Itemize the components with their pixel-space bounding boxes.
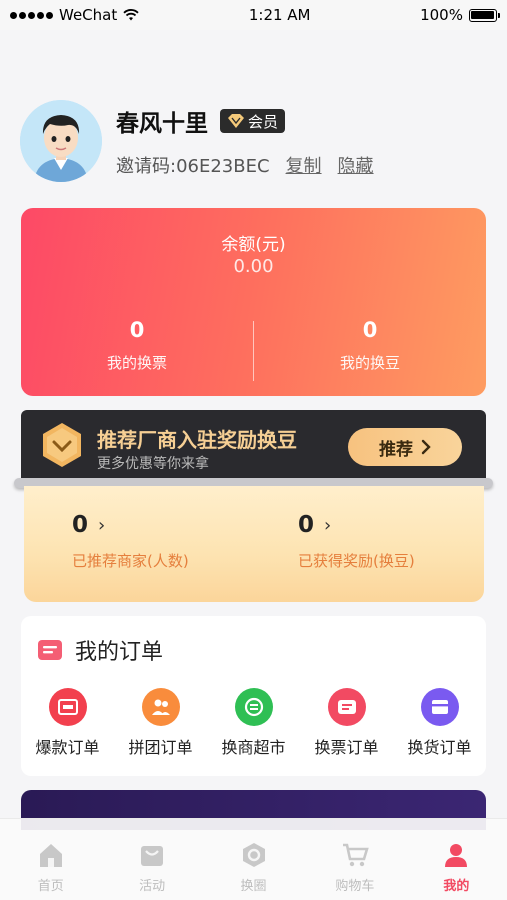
tab-label: 首页 <box>37 879 64 894</box>
order-item-goods[interactable]: 换货订单 <box>393 688 486 758</box>
ticket-order-icon <box>327 688 366 726</box>
promo-subtitle: 更多优惠等你来拿 <box>97 456 209 472</box>
tab-label: 购物车 <box>335 879 375 894</box>
name-row: 春风十里 会员 <box>116 104 374 138</box>
order-item-group[interactable]: 拼团订单 <box>114 688 207 758</box>
member-badge-label: 会员 <box>248 112 279 131</box>
tab-label: 换圈 <box>240 879 267 894</box>
balance-value: 0.00 <box>233 256 274 277</box>
tab-home[interactable]: 首页 <box>0 819 101 900</box>
exchange-market-icon <box>234 688 273 726</box>
recommend-button[interactable]: 推荐 <box>348 428 462 466</box>
order-label: 爆款订单 <box>35 738 100 757</box>
home-icon <box>39 844 62 867</box>
tickets-value: 0 <box>129 318 145 342</box>
hexagon-badge-icon <box>43 423 81 467</box>
carrier-name: WeChat <box>59 6 118 24</box>
exchange-circle-icon <box>242 843 265 867</box>
tab-label: 活动 <box>139 879 166 894</box>
battery-percent: 100% <box>420 6 463 24</box>
wifi-icon <box>123 9 139 21</box>
order-label: 换票订单 <box>314 738 379 757</box>
merchants-label: 已推荐商家(人数) <box>72 552 189 570</box>
diamond-icon <box>228 114 244 128</box>
invite-row: 邀请码:06E23BEC 复制 隐藏 <box>116 152 374 178</box>
goods-order-icon <box>420 688 459 726</box>
status-time: 1:21 AM <box>248 6 311 24</box>
chevron-right-icon: › <box>98 514 106 536</box>
avatar-image <box>20 100 102 182</box>
profile-header: 春风十里 会员 邀请码:06E23BEC 复制 隐藏 <box>20 98 490 184</box>
group-order-icon <box>141 688 180 726</box>
avatar[interactable] <box>20 100 102 182</box>
tab-label: 我的 <box>443 879 470 894</box>
promo-title: 推荐厂商入驻奖励换豆 <box>97 428 297 452</box>
recommend-button-label: 推荐 <box>379 439 413 460</box>
member-badge: 会员 <box>220 109 286 133</box>
order-item-market[interactable]: 换商超市 <box>207 688 300 758</box>
orders-icon <box>38 640 62 660</box>
my-beans[interactable]: 0 我的换豆 <box>254 318 486 373</box>
tab-cart[interactable]: 购物车 <box>304 819 405 900</box>
promo-banner: 推荐厂商入驻奖励换豆 更多优惠等你来拿 推荐 <box>21 410 486 482</box>
order-item-hot[interactable]: 爆款订单 <box>21 688 114 758</box>
recommended-merchants[interactable]: 0 › 已推荐商家(人数) <box>72 512 189 571</box>
invite-code: 邀请码:06E23BEC <box>116 156 270 177</box>
tab-profile[interactable]: 我的 <box>406 819 507 900</box>
cart-icon <box>342 843 369 867</box>
user-name: 春风十里 <box>116 111 208 137</box>
chevron-right-icon <box>421 439 431 455</box>
profile-icon <box>445 844 468 867</box>
chevron-right-icon: › <box>324 514 332 536</box>
orders-header: 我的订单 <box>37 634 163 666</box>
beans-value: 0 <box>362 318 378 342</box>
carrier-group: WeChat <box>10 6 139 24</box>
tab-bar: 首页 活动 换圈 购物车 我的 <box>0 818 507 900</box>
status-bar: WeChat 1:21 AM 100% <box>0 0 507 30</box>
beans-label: 我的换豆 <box>339 354 400 372</box>
order-label: 换货订单 <box>407 738 472 757</box>
tab-activity[interactable]: 活动 <box>101 819 202 900</box>
balance-card[interactable]: 余额(元) 0.00 0 我的换票 0 我的换豆 <box>21 208 486 396</box>
merchants-value: 0 <box>72 512 89 538</box>
tickets-label: 我的换票 <box>106 354 167 372</box>
hide-link[interactable]: 隐藏 <box>338 152 374 178</box>
rewards-value: 0 <box>298 512 315 538</box>
my-tickets[interactable]: 0 我的换票 <box>21 318 253 373</box>
hot-order-icon <box>48 688 87 726</box>
order-label: 拼团订单 <box>128 738 193 757</box>
order-item-ticket[interactable]: 换票订单 <box>300 688 393 758</box>
order-label: 换商超市 <box>221 738 286 757</box>
activity-icon <box>141 846 164 866</box>
battery-icon <box>468 8 500 22</box>
rewards-label: 已获得奖励(换豆) <box>298 552 415 570</box>
profile-info: 春风十里 会员 邀请码:06E23BEC 复制 隐藏 <box>116 104 374 178</box>
orders-title: 我的订单 <box>75 640 164 665</box>
tab-exchange-circle[interactable]: 换圈 <box>203 819 304 900</box>
balance-label: 余额(元) <box>221 235 286 255</box>
earned-rewards[interactable]: 0 › 已获得奖励(换豆) <box>298 512 415 571</box>
battery-group: 100% <box>420 6 500 24</box>
copy-link[interactable]: 复制 <box>286 152 322 178</box>
reward-card: 0 › 已推荐商家(人数) 0 › 已获得奖励(换豆) <box>24 486 484 602</box>
orders-card: 我的订单 爆款订单 拼团订单 换商超市 换票订单 换货订单 <box>21 616 486 776</box>
signal-icon <box>10 11 53 19</box>
